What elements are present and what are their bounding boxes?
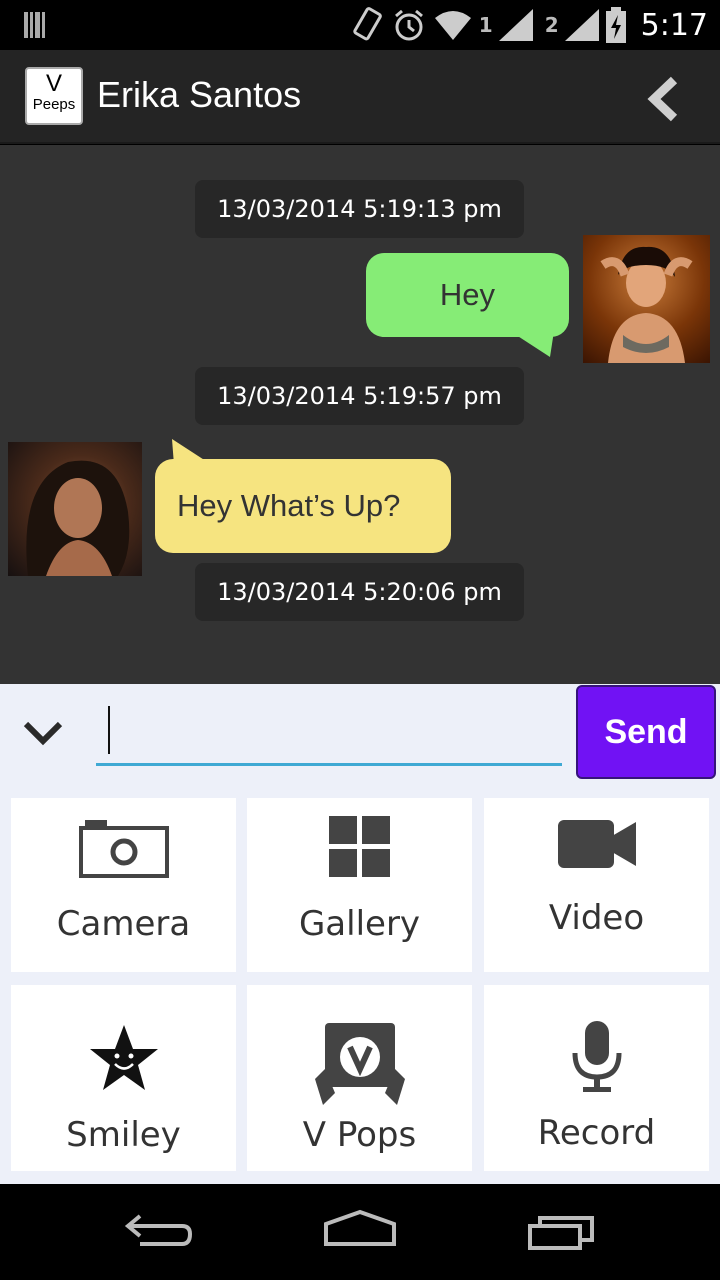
battery-charging-icon	[605, 7, 626, 43]
barcode-icon	[24, 12, 45, 38]
home-nav-icon[interactable]	[320, 1204, 400, 1260]
gallery-button[interactable]: Gallery	[247, 798, 472, 972]
logo-text-peeps: Peeps	[32, 96, 76, 113]
contact-name: Erika Santos	[97, 74, 302, 115]
chevron-down-icon[interactable]	[20, 710, 66, 756]
sim1-label: 1	[478, 13, 493, 37]
clock: 5:17	[640, 7, 708, 43]
rotation-icon	[353, 7, 382, 41]
chat-area[interactable]: 13/03/2014 5:19:13 pm Hey 13/03/2014 5:1…	[0, 145, 720, 684]
recent-apps-icon[interactable]	[522, 1204, 602, 1260]
signal-icon	[564, 9, 599, 41]
smiley-star-icon	[89, 1025, 158, 1090]
signal-icon	[498, 9, 533, 41]
system-nav-bar	[0, 1184, 720, 1280]
message-timestamp: 13/03/2014 5:19:57 pm	[195, 367, 524, 425]
outgoing-message[interactable]: Hey	[366, 253, 569, 337]
status-bar: 1 2 5:17	[0, 0, 720, 50]
alarm-icon	[394, 9, 423, 41]
back-nav-icon[interactable]	[120, 1204, 200, 1260]
send-button[interactable]: Send	[576, 685, 716, 779]
app-header: V Peeps Erika Santos	[0, 50, 720, 144]
tile-label: Gallery	[298, 904, 421, 944]
camera-icon	[78, 820, 169, 878]
message-input[interactable]	[96, 700, 562, 766]
vpops-icon	[314, 1023, 405, 1105]
app-logo[interactable]: V Peeps	[25, 67, 83, 125]
tile-label: Smiley	[66, 1115, 181, 1155]
chevron-left-icon[interactable]	[640, 74, 690, 124]
message-composer: Send	[0, 684, 720, 786]
tile-label: Video	[548, 898, 645, 938]
tile-label: Record	[537, 1113, 656, 1153]
attachment-panel: Camera Gallery Video Smiley V Pops Recor…	[0, 786, 720, 1184]
sim2-label: 2	[544, 13, 559, 37]
microphone-icon	[572, 1021, 621, 1092]
video-button[interactable]: Video	[484, 798, 709, 972]
vpops-button[interactable]: V Pops	[247, 985, 472, 1171]
gallery-grid-icon	[328, 816, 390, 877]
message-timestamp: 13/03/2014 5:20:06 pm	[195, 563, 524, 621]
logo-text-v: V	[45, 70, 62, 97]
wifi-icon	[434, 11, 471, 40]
incoming-message[interactable]: Hey What’s Up?	[155, 459, 451, 553]
tile-label: V Pops	[302, 1115, 417, 1155]
video-camera-icon	[557, 820, 636, 868]
record-button[interactable]: Record	[484, 985, 709, 1171]
avatar[interactable]	[583, 235, 710, 363]
text-cursor	[108, 706, 110, 754]
camera-button[interactable]: Camera	[11, 798, 236, 972]
avatar[interactable]	[8, 442, 142, 576]
bubble-tail	[510, 331, 554, 357]
tile-label: Camera	[56, 904, 191, 944]
smiley-button[interactable]: Smiley	[11, 985, 236, 1171]
message-timestamp: 13/03/2014 5:19:13 pm	[195, 180, 524, 238]
